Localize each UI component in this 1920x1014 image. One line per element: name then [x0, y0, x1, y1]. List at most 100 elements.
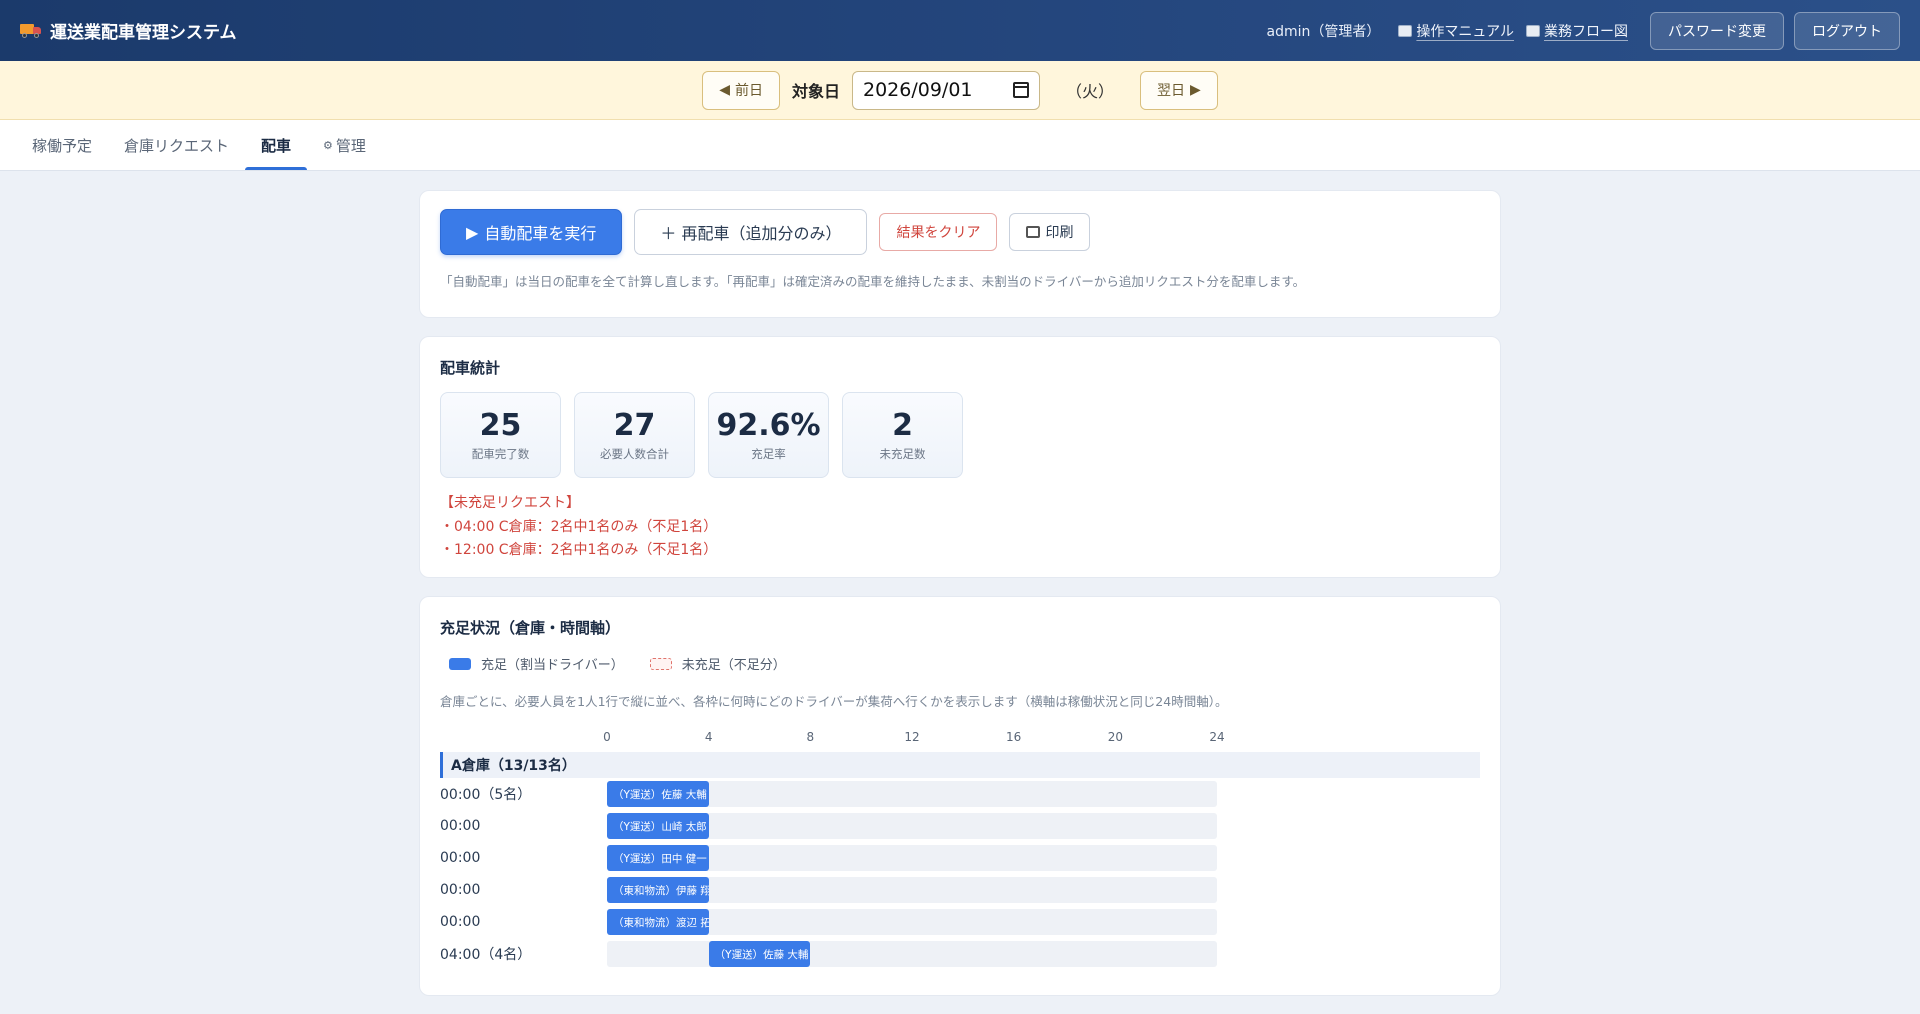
shortage-title: 【未充足リクエスト】	[440, 495, 580, 511]
top-header: 運送業配車管理システム admin（管理者） 操作マニュアル 業務フロー図 パス…	[0, 0, 1920, 61]
slot-row: 00:00 （東和物流）渡辺 拓	[440, 906, 1480, 938]
main-tabs: 稼働予定 倉庫リクエスト 配車 ⚙ 管理	[0, 120, 1920, 171]
timeline: 0 4 8 12 16 20 24 A倉庫（13/13名） 00:00（5名） （Y運送）佐藤 …	[440, 730, 1480, 970]
stat-required: 27 必要人数合計	[574, 392, 695, 478]
stat-value: 92.6%	[716, 407, 821, 443]
legend-filled-swatch	[449, 657, 471, 670]
slot-row: 00:00 （Y運送）山崎 太郎	[440, 810, 1480, 842]
axis-tick: 16	[1006, 730, 1022, 744]
manual-link-label: 操作マニュアル	[1416, 23, 1514, 40]
axis-tick: 8	[806, 730, 815, 744]
main-content: ▶ 自動配車を実行 ＋ 再配車（追加分のみ） 結果をクリア 印刷 「自動配車」は…	[419, 190, 1501, 1014]
weekday-label: （火）	[1066, 82, 1115, 101]
slot-track: （Y運送）佐藤 大輔	[607, 781, 1217, 807]
slot-row: 00:00 （Y運送）田中 健一	[440, 842, 1480, 874]
slot-time-label: 00:00（5名）	[440, 787, 532, 803]
slot-time-label: 00:00	[440, 914, 481, 930]
time-axis: 0 4 8 12 16 20 24	[603, 730, 1224, 746]
slot-row: 00:00（5名） （Y運送）佐藤 大輔	[440, 778, 1480, 810]
assignment-bar[interactable]: （Y運送）田中 健一	[607, 845, 709, 871]
dispatch-stats-card: 配車統計 25 配車完了数 27 必要人数合計 92.6% 充足率 2 未充足数…	[419, 336, 1501, 578]
shortage-item: ・12:00 C倉庫：2名中1名のみ（不足1名）	[440, 542, 718, 558]
dispatch-note: 「自動配車」は当日の配車を全て計算し直します。「再配車」は確定済みの配車を維持し…	[440, 274, 1306, 289]
print-label: 印刷	[1045, 225, 1074, 241]
fulfillment-description: 倉庫ごとに、必要人員を1人1行で縦に並べ、各枠に何時にどのドライバーが集荷へ行く…	[440, 694, 1228, 709]
tab-schedule[interactable]: 稼働予定	[16, 120, 108, 170]
triangle-left-icon: ◀	[719, 82, 730, 98]
tab-label: 倉庫リクエスト	[124, 136, 230, 155]
stat-label: 未充足数	[879, 446, 926, 461]
stat-label: 配車完了数	[471, 446, 530, 461]
brand: 運送業配車管理システム	[20, 18, 237, 43]
prev-day-button[interactable]: ◀ 前日	[702, 70, 780, 110]
stat-completed: 25 配車完了数	[440, 392, 561, 478]
date-label: 対象日	[791, 82, 840, 101]
stats-title: 配車統計	[440, 359, 501, 377]
tab-label: 稼働予定	[32, 136, 93, 155]
logout-button[interactable]: ログアウト	[1794, 11, 1900, 50]
shortage-list: 【未充足リクエスト】 ・04:00 C倉庫：2名中1名のみ（不足1名） ・12:…	[440, 492, 1480, 563]
slot-time-label: 00:00	[440, 882, 481, 898]
stat-unfilled: 2 未充足数	[842, 392, 963, 478]
slot-track: （Y運送）佐藤 大輔	[607, 941, 1217, 967]
date-bar: ◀ 前日 対象日 2026/09/01 （火） 翌日 ▶	[0, 61, 1920, 120]
truck-icon	[20, 23, 42, 39]
printer-icon	[1026, 226, 1041, 238]
redispatch-button[interactable]: ＋ 再配車（追加分のみ）	[634, 209, 868, 255]
dispatch-actions-card: ▶ 自動配車を実行 ＋ 再配車（追加分のみ） 結果をクリア 印刷 「自動配車」は…	[419, 190, 1501, 318]
slot-track: （Y運送）田中 健一	[607, 845, 1217, 871]
clipboard-icon	[1526, 24, 1540, 37]
stat-label: 必要人数合計	[600, 446, 669, 461]
slot-row: 00:00 （東和物流）伊藤 翔	[440, 874, 1480, 906]
date-value: 2026/09/01	[863, 79, 973, 101]
assignment-bar[interactable]: （Y運送）山崎 太郎	[607, 813, 709, 839]
legend: 充足（割当ドライバー） 未充足（不足分）	[449, 654, 1480, 673]
clear-results-button[interactable]: 結果をクリア	[879, 213, 998, 251]
slot-track: （東和物流）渡辺 拓	[607, 909, 1217, 935]
assignment-bar[interactable]: （東和物流）伊藤 翔	[607, 877, 709, 903]
plus-icon: ＋	[660, 224, 677, 243]
stat-value: 25	[479, 407, 522, 443]
print-button[interactable]: 印刷	[1009, 213, 1091, 251]
legend-filled-label: 充足（割当ドライバー）	[481, 658, 624, 673]
calendar-icon[interactable]	[1013, 82, 1029, 98]
auto-dispatch-button[interactable]: ▶ 自動配車を実行	[440, 209, 623, 255]
stat-fill-rate: 92.6% 充足率	[708, 392, 829, 478]
tab-admin[interactable]: ⚙ 管理	[307, 120, 382, 170]
assignment-bar[interactable]: （東和物流）渡辺 拓	[607, 909, 709, 935]
book-icon	[1398, 24, 1413, 37]
legend-unfilled-label: 未充足（不足分）	[681, 658, 786, 673]
slot-row: 04:00（4名） （Y運送）佐藤 大輔	[440, 938, 1480, 970]
warehouse-groups: A倉庫（13/13名） 00:00（5名） （Y運送）佐藤 大輔 00:00 （Y運送）…	[440, 752, 1480, 970]
axis-tick: 24	[1209, 730, 1225, 744]
warehouse-group-header: A倉庫（13/13名）	[440, 752, 1480, 778]
auto-dispatch-label: 自動配車を実行	[484, 224, 597, 243]
next-day-button[interactable]: 翌日 ▶	[1140, 70, 1218, 110]
current-user: admin（管理者）	[1266, 23, 1381, 40]
manual-link[interactable]: 操作マニュアル	[1398, 21, 1514, 41]
legend-unfilled-swatch	[649, 657, 672, 670]
axis-tick: 0	[603, 730, 611, 744]
axis-tick: 20	[1107, 730, 1123, 744]
shortage-item: ・04:00 C倉庫：2名中1名のみ（不足1名）	[440, 518, 718, 535]
assignment-bar[interactable]: （Y運送）佐藤 大輔	[708, 941, 811, 967]
app-title: 運送業配車管理システム	[50, 23, 237, 43]
redispatch-label: 再配車（追加分のみ）	[681, 224, 842, 243]
triangle-right-icon: ▶	[1190, 82, 1201, 98]
assignment-bar[interactable]: （Y運送）佐藤 大輔	[607, 781, 709, 807]
tab-warehouse-requests[interactable]: 倉庫リクエスト	[108, 120, 245, 170]
slot-track: （Y運送）山崎 太郎	[607, 813, 1217, 839]
stat-value: 2	[892, 407, 913, 443]
tab-label: 配車	[261, 136, 292, 155]
stat-value: 27	[613, 407, 656, 443]
date-input[interactable]: 2026/09/01	[852, 70, 1040, 110]
gear-icon: ⚙	[323, 138, 333, 152]
slot-track: （東和物流）伊藤 翔	[607, 877, 1217, 903]
stat-label: 充足率	[751, 446, 786, 461]
flow-link[interactable]: 業務フロー図	[1526, 21, 1628, 41]
next-day-label: 翌日	[1157, 83, 1186, 99]
slot-time-label: 04:00（4名）	[440, 947, 532, 963]
fulfillment-title: 充足状況（倉庫・時間軸）	[440, 619, 621, 637]
tab-dispatch[interactable]: 配車	[245, 120, 308, 170]
change-password-button[interactable]: パスワード変更	[1650, 11, 1784, 50]
